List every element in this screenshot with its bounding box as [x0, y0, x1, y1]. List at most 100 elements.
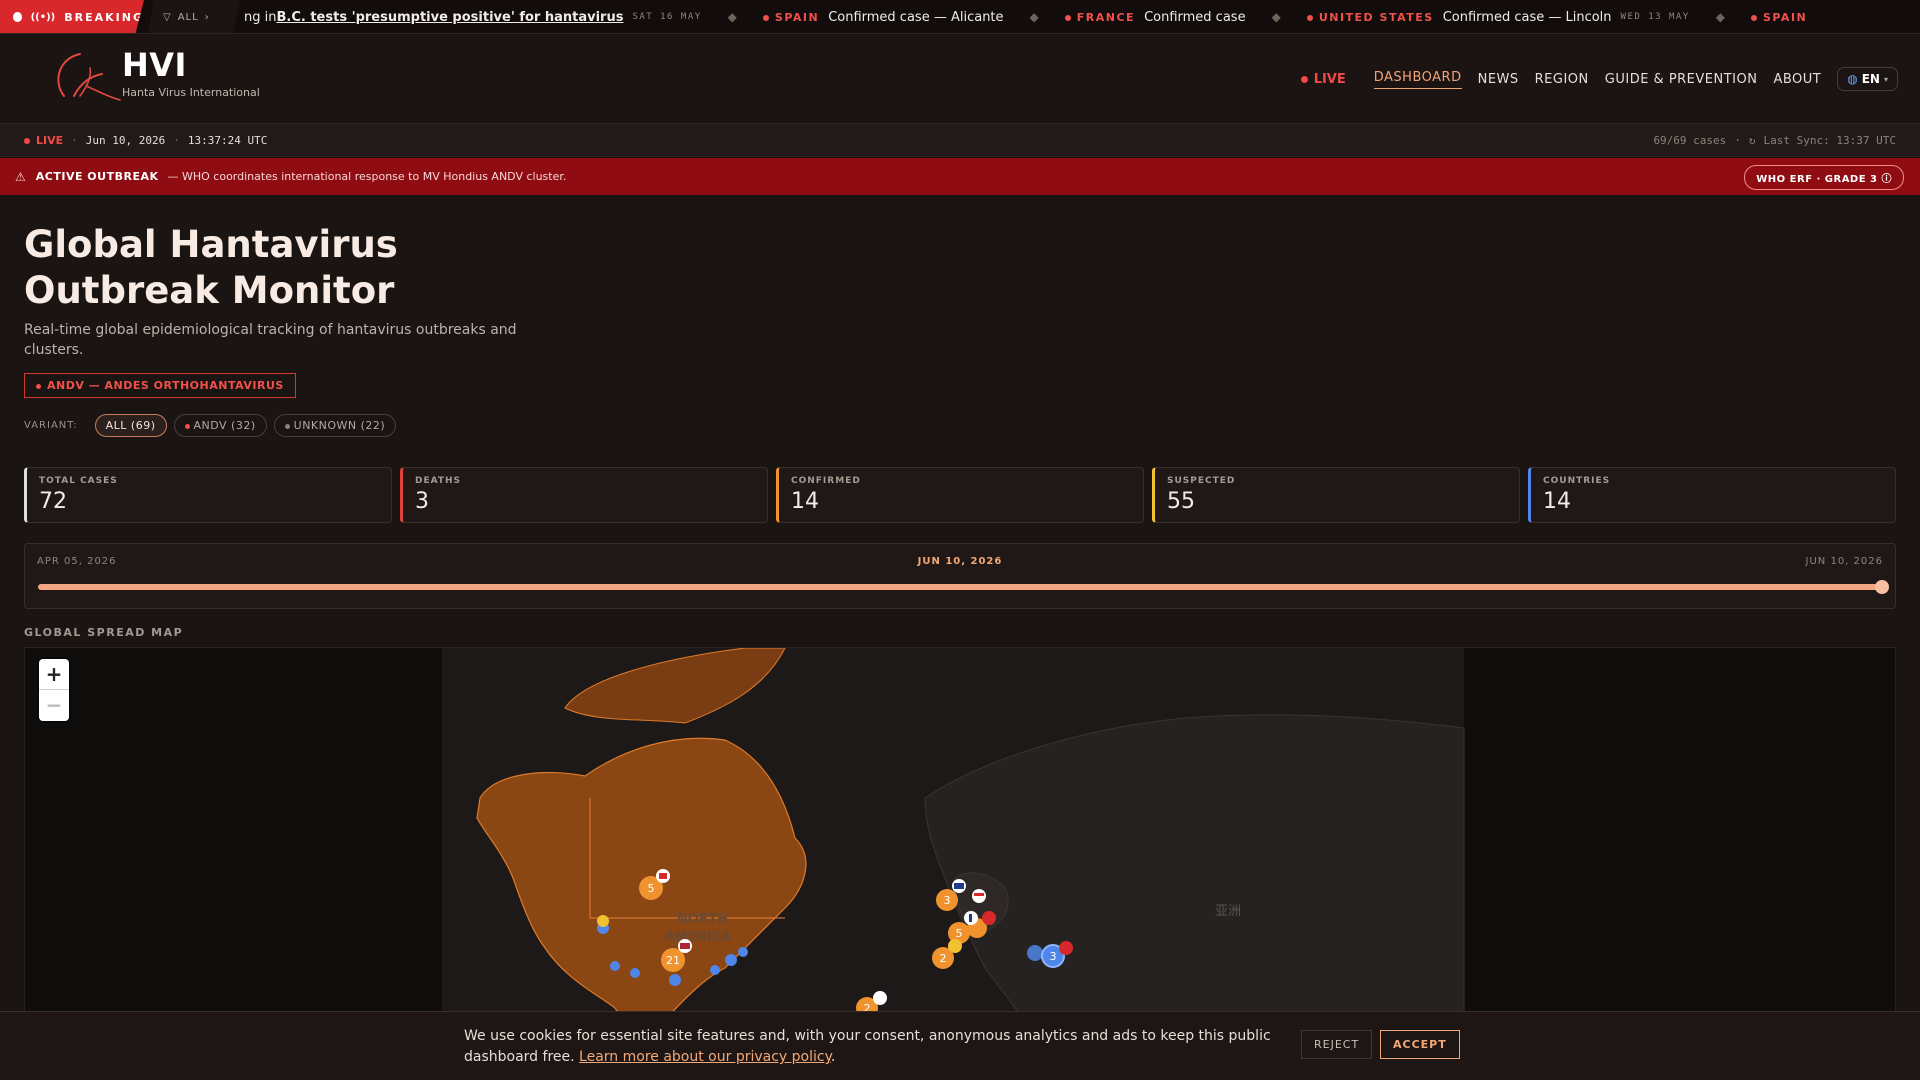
ticker-item-text: Confirmed case — [1144, 9, 1246, 25]
stat-deaths: DEATHS 3 — [400, 467, 768, 523]
ticker-item[interactable]: SPAIN — [1751, 11, 1807, 24]
status-time: 13:37:24 UTC — [187, 134, 268, 147]
ticker-item[interactable]: UNITED STATES Confirmed case — Lincoln W… — [1307, 10, 1690, 25]
who-grade-label: WHO ERF · GRADE 3 — [1756, 174, 1878, 185]
nav-about[interactable]: ABOUT — [1773, 72, 1821, 87]
spain-flag-icon[interactable] — [948, 939, 962, 953]
active-variant-tag: ANDV — ANDES ORTHOHANTAVIRUS — [24, 373, 296, 398]
status-bar: LIVE · Jun 10, 2026 · 13:37:24 UTC 69/69… — [0, 124, 1920, 157]
map-section-title: GLOBAL SPREAD MAP — [24, 626, 184, 639]
nav-region[interactable]: REGION — [1535, 72, 1589, 87]
cookie-banner: We use cookies for essential site featur… — [0, 1011, 1920, 1080]
variant-filter-label: VARIANT: — [24, 420, 78, 431]
map-marker[interactable] — [610, 961, 620, 971]
filter-icon: ▽ — [163, 11, 172, 23]
language-label: EN — [1861, 72, 1880, 86]
timeline-slider-fill — [38, 584, 1882, 590]
ticker-filter-button[interactable]: ▽ ALL › — [148, 0, 240, 33]
map-zoom-control: + − — [39, 659, 69, 721]
privacy-policy-link[interactable]: Learn more about our privacy policy — [579, 1049, 831, 1065]
timeline-start-date: APR 05, 2026 — [37, 556, 117, 567]
map-cluster-count: 5 — [648, 882, 655, 895]
status-separator: · — [71, 134, 78, 147]
zoom-in-button[interactable]: + — [39, 659, 69, 689]
stat-label: COUNTRIES — [1543, 476, 1611, 486]
map-marker[interactable] — [738, 947, 748, 957]
nav-news[interactable]: NEWS — [1478, 72, 1519, 87]
live-dot-icon — [13, 12, 22, 22]
stat-suspected: SUSPECTED 55 — [1152, 467, 1520, 523]
stat-value: 72 — [39, 489, 67, 514]
nav-dashboard[interactable]: DASHBOARD — [1373, 70, 1462, 89]
who-grade-badge[interactable]: WHO ERF · GRADE 3 ⓘ — [1744, 165, 1904, 190]
timeline-slider-handle[interactable] — [1875, 580, 1889, 594]
cookie-reject-button[interactable]: REJECT — [1301, 1030, 1373, 1059]
variant-chip-all[interactable]: ALL (69) — [94, 414, 167, 437]
ticker-track: ng in B.C. tests 'presumptive positive' … — [244, 0, 1807, 33]
turkey-flag-icon[interactable] — [1059, 941, 1073, 955]
brand-subtitle: Hanta Virus International — [122, 86, 260, 99]
map-marker[interactable] — [630, 968, 640, 978]
stat-countries: COUNTRIES 14 — [1528, 467, 1896, 523]
stat-value: 14 — [1543, 489, 1571, 514]
diamond-separator-icon: ◆ — [1271, 10, 1281, 24]
diamond-separator-icon: ◆ — [727, 10, 737, 24]
diamond-separator-icon: ◆ — [1715, 10, 1725, 24]
france-flag-icon-fill — [969, 914, 972, 922]
map-marker[interactable] — [669, 974, 681, 986]
ticker-item-country: FRANCE — [1065, 11, 1135, 24]
ticker-item-country: SPAIN — [1751, 11, 1807, 24]
ticker-item[interactable]: FRANCE Confirmed case — [1065, 10, 1246, 25]
variant-chip-unknown[interactable]: UNKNOWN (22) — [273, 414, 397, 437]
stat-label: SUSPECTED — [1167, 476, 1236, 486]
switzerland-flag-icon[interactable] — [982, 911, 996, 925]
stat-value: 3 — [415, 489, 429, 514]
sync-icon: ↻ — [1748, 134, 1756, 147]
variant-filter: VARIANT: ALL (69) ANDV (32) UNKNOWN (22) — [24, 414, 397, 437]
status-case-count: 69/69 cases — [1653, 134, 1727, 147]
brand-name[interactable]: HVI — [122, 46, 187, 84]
language-selector[interactable]: ◍ EN ▾ — [1837, 67, 1898, 91]
alert-title: ACTIVE OUTBREAK — [35, 170, 159, 183]
page-subtitle: Real-time global epidemiological trackin… — [24, 322, 517, 358]
ticker-item-date: SAT 16 MAY — [632, 12, 702, 22]
netherlands-flag-icon-fill — [974, 893, 984, 896]
alert-text: — WHO coordinates international response… — [167, 170, 567, 183]
status-live: LIVE — [24, 134, 63, 147]
breaking-label: BREAKING — [64, 10, 144, 24]
breaking-news-ticker: ((•)) BREAKING ▽ ALL › ng in B.C. tests … — [0, 0, 1920, 34]
status-last-sync: Last Sync: 13:37 UTC — [1763, 134, 1896, 147]
stat-label: CONFIRMED — [791, 476, 861, 486]
stat-label: DEATHS — [415, 476, 462, 486]
map-marker[interactable] — [725, 954, 737, 966]
map-marker[interactable] — [1027, 945, 1043, 961]
cookie-accept-button[interactable]: ACCEPT — [1380, 1030, 1460, 1059]
chip-label: ALL (69) — [105, 419, 156, 432]
canada-flag-icon-fill — [659, 873, 667, 879]
variant-chip-andv[interactable]: ANDV (32) — [173, 414, 267, 437]
ticker-item-text: Confirmed case — Lincoln — [1442, 9, 1612, 25]
chip-dot-icon — [284, 423, 290, 429]
map-cluster-count: 5 — [956, 927, 963, 940]
zoom-out-button[interactable]: − — [39, 689, 69, 719]
nav-live-indicator: LIVE — [1301, 72, 1346, 87]
status-separator: · — [1734, 134, 1741, 147]
ship-icon[interactable] — [873, 991, 887, 1005]
stat-value: 55 — [1167, 489, 1195, 514]
ticker-item-prefix: ng in — [244, 9, 277, 25]
stat-label: TOTAL CASES — [39, 476, 118, 486]
broadcast-icon: ((•)) — [30, 11, 56, 23]
ticker-item-text: Confirmed case — Alicante — [828, 9, 1004, 25]
map-cluster-count: 3 — [944, 894, 951, 907]
page-title: Global Hantavirus Outbreak Monitor — [24, 223, 398, 312]
map-marker[interactable] — [710, 965, 720, 975]
ticker-item-text[interactable]: B.C. tests 'presumptive positive' for ha… — [276, 10, 623, 25]
nav-guide-prevention[interactable]: GUIDE & PREVENTION — [1605, 72, 1758, 87]
map-marker[interactable] — [597, 915, 609, 927]
timeline-slider[interactable] — [38, 580, 1889, 594]
ticker-item[interactable]: ng in B.C. tests 'presumptive positive' … — [244, 10, 702, 25]
ticker-item[interactable]: SPAIN Confirmed case — Alicante — [763, 10, 1004, 25]
map-cluster-count: 2 — [940, 952, 947, 965]
outbreak-alert-banner: ⚠ ACTIVE OUTBREAK — WHO coordinates inte… — [0, 158, 1920, 195]
chevron-right-icon: › — [204, 11, 210, 23]
